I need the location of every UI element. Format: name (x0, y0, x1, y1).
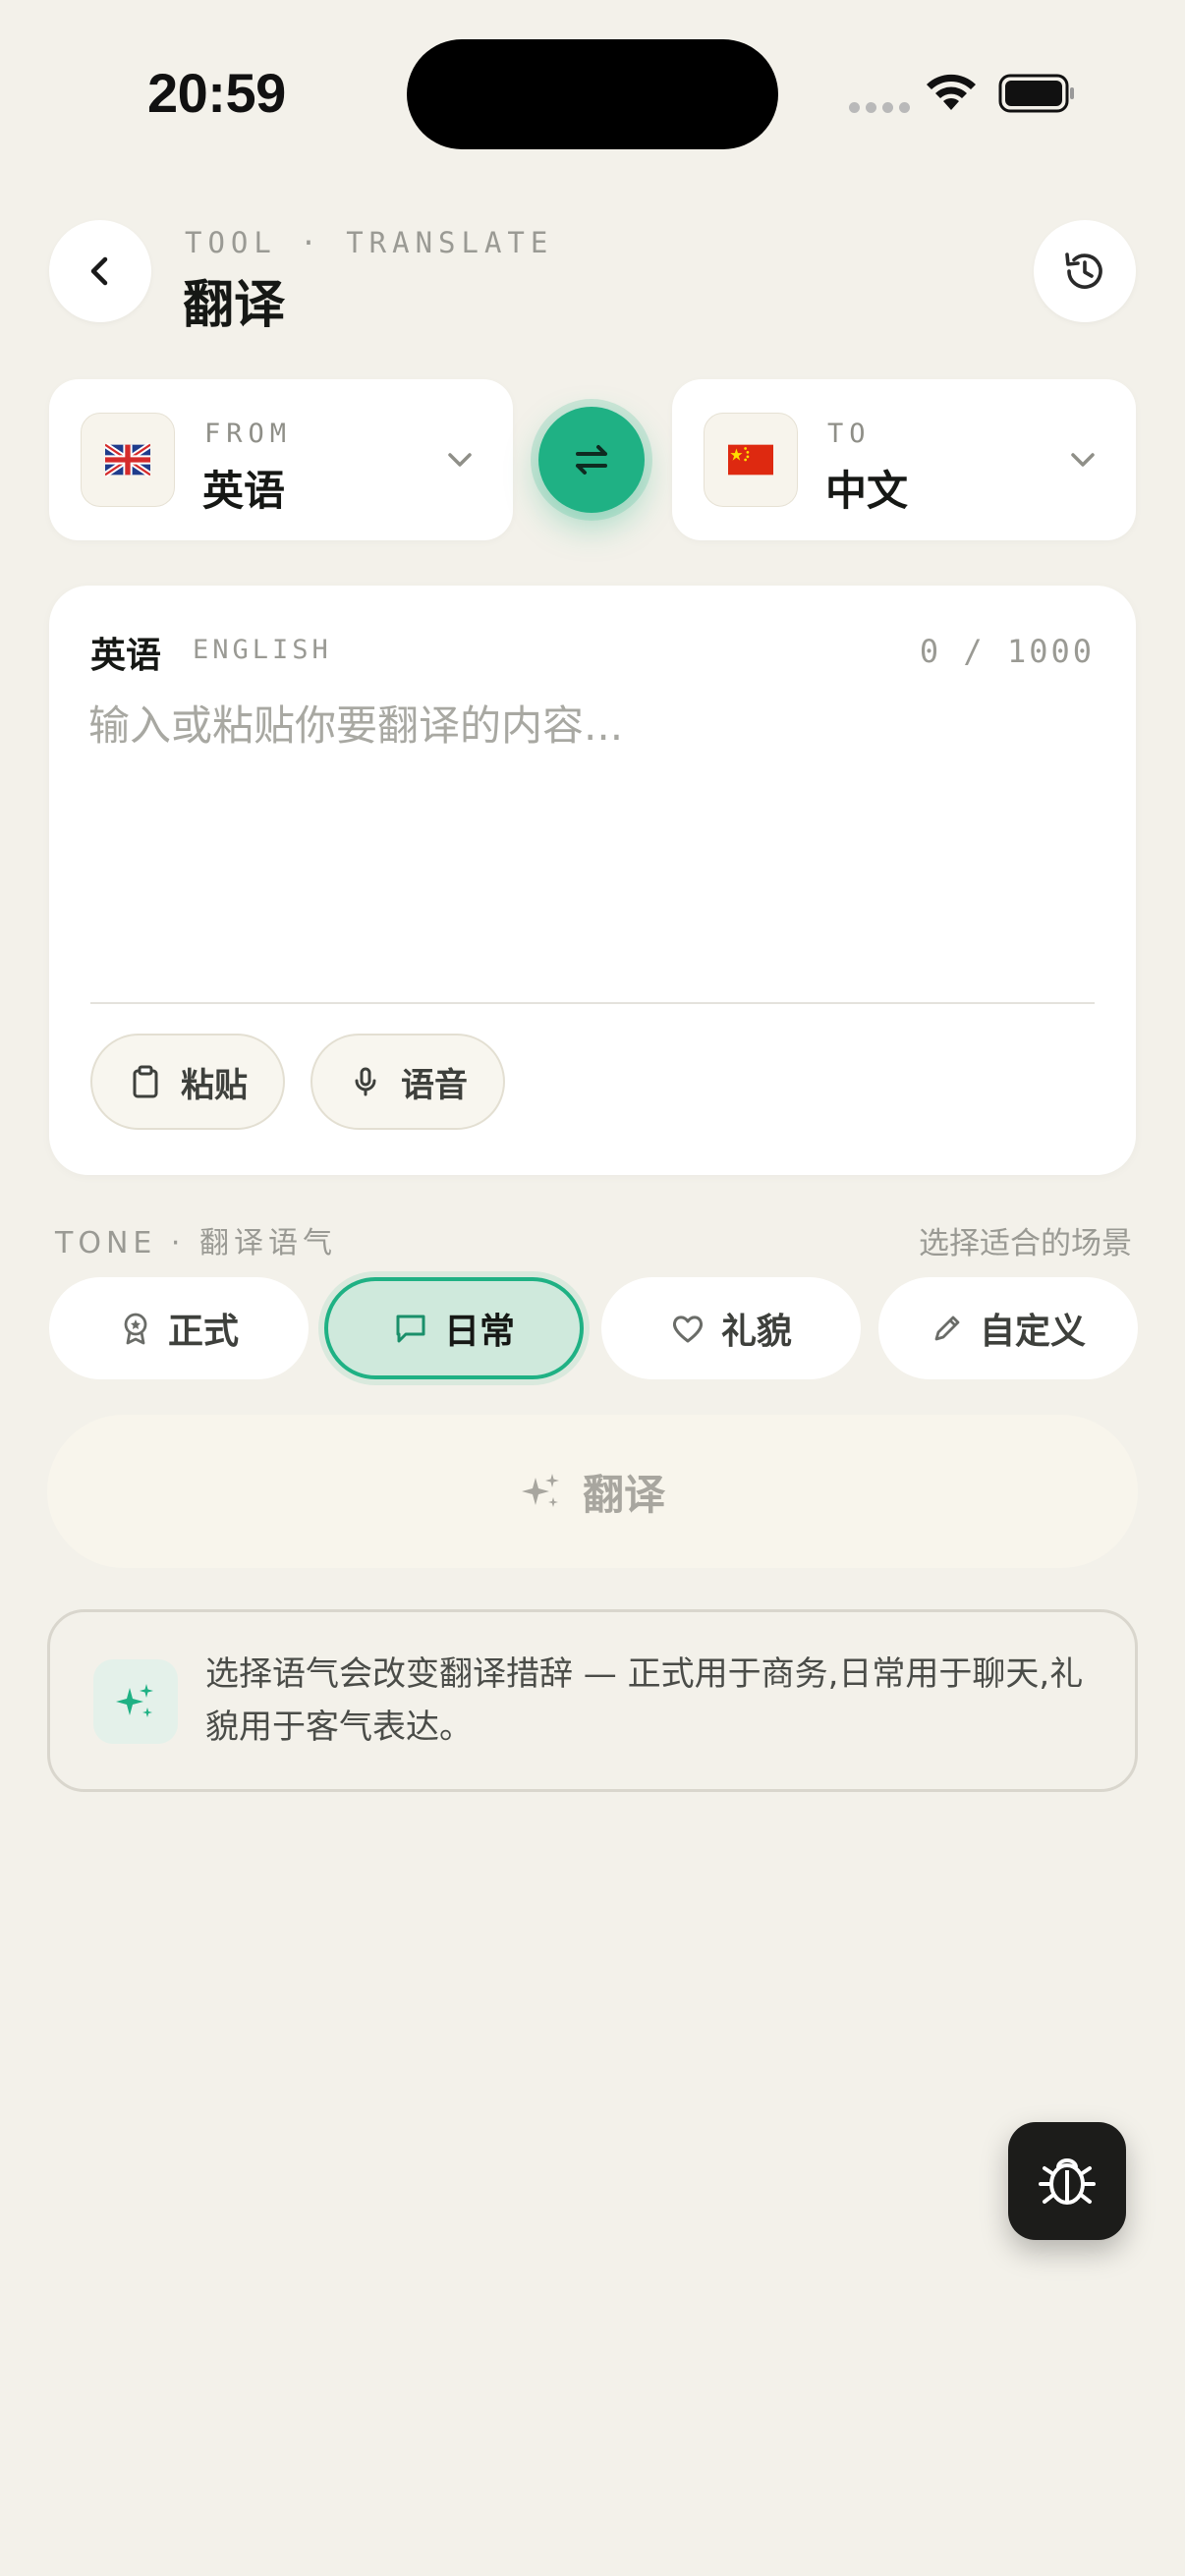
tip-text: 选择语气会改变翻译措辞 — 正式用于商务,日常用于聊天,礼貌用于客气表达。 (205, 1654, 1084, 1748)
sparkles-icon (521, 1474, 559, 1507)
to-label: TO (827, 419, 872, 449)
swap-languages-button[interactable] (538, 407, 645, 513)
voice-button[interactable]: 语音 (310, 1034, 505, 1130)
tone-option-polite[interactable]: 礼貌 (601, 1277, 861, 1379)
source-language: 英语 (90, 636, 162, 676)
paste-button[interactable]: 粘贴 (90, 1034, 285, 1130)
cellular-signal-icon (849, 102, 910, 113)
tone-tip-box: 选择语气会改变翻译措辞 — 正式用于商务,日常用于聊天,礼貌用于客气表达。 (47, 1609, 1138, 1792)
status-time: 20:59 (147, 62, 286, 124)
from-language-name: 英语 (202, 467, 286, 515)
tone-option-casual[interactable]: 日常 (324, 1277, 584, 1379)
translate-button[interactable]: 翻译 (47, 1415, 1138, 1568)
award-icon (124, 1313, 147, 1345)
translate-button-label: 翻译 (582, 1470, 665, 1519)
translate-screen: 20:59 TOOL · TRANSLATE 翻译 FROM 英语 TO 中文 … (0, 0, 1185, 2576)
history-icon (1065, 252, 1102, 289)
pencil-icon (934, 1316, 960, 1341)
battery-icon (998, 74, 1074, 113)
source-input-card: 英语 ENGLISH 0 / 1000 粘贴 语音 (49, 586, 1136, 1175)
tone-option-custom[interactable]: 自定义 (878, 1277, 1138, 1379)
voice-label: 语音 (401, 1065, 468, 1105)
to-language-name: 中文 (825, 467, 909, 515)
history-button[interactable] (1034, 220, 1136, 322)
dynamic-island (407, 39, 778, 149)
tone-section-label: TONE · 翻译语气 (55, 1226, 337, 1260)
swap-arrows-icon (576, 445, 607, 475)
paste-label: 粘贴 (181, 1065, 248, 1105)
source-text-input[interactable] (88, 698, 1091, 982)
page-title: 翻译 (183, 276, 286, 335)
character-count: 0 / 1000 (919, 633, 1095, 670)
from-language-selector[interactable]: FROM 英语 (49, 379, 513, 540)
wifi-icon (927, 74, 976, 110)
clipboard-icon (133, 1065, 158, 1098)
china-flag-icon (704, 413, 798, 507)
chevron-down-icon (448, 453, 472, 467)
from-label: FROM (204, 419, 293, 449)
tone-hint: 选择适合的场景 (919, 1226, 1132, 1261)
heart-icon (672, 1316, 703, 1343)
uk-flag-icon (81, 413, 175, 507)
sparkles-icon (93, 1659, 178, 1744)
page-eyebrow: TOOL · TRANSLATE (185, 226, 554, 259)
divider (90, 1002, 1095, 1004)
back-button[interactable] (49, 220, 151, 322)
chevron-left-icon (90, 256, 108, 286)
chevron-down-icon (1071, 453, 1095, 467)
bug-icon (1039, 2158, 1096, 2205)
to-language-selector[interactable]: TO 中文 (672, 379, 1136, 540)
source-language-code: ENGLISH (193, 635, 332, 665)
tone-option-label: 自定义 (979, 1312, 1086, 1352)
chat-bubble-icon (396, 1315, 425, 1343)
tone-option-label: 正式 (167, 1312, 239, 1352)
tone-option-label: 礼貌 (720, 1312, 792, 1352)
debug-button[interactable] (1008, 2122, 1126, 2240)
tone-option-formal[interactable]: 正式 (49, 1277, 309, 1379)
microphone-icon (355, 1067, 376, 1096)
tone-option-label: 日常 (443, 1312, 515, 1352)
